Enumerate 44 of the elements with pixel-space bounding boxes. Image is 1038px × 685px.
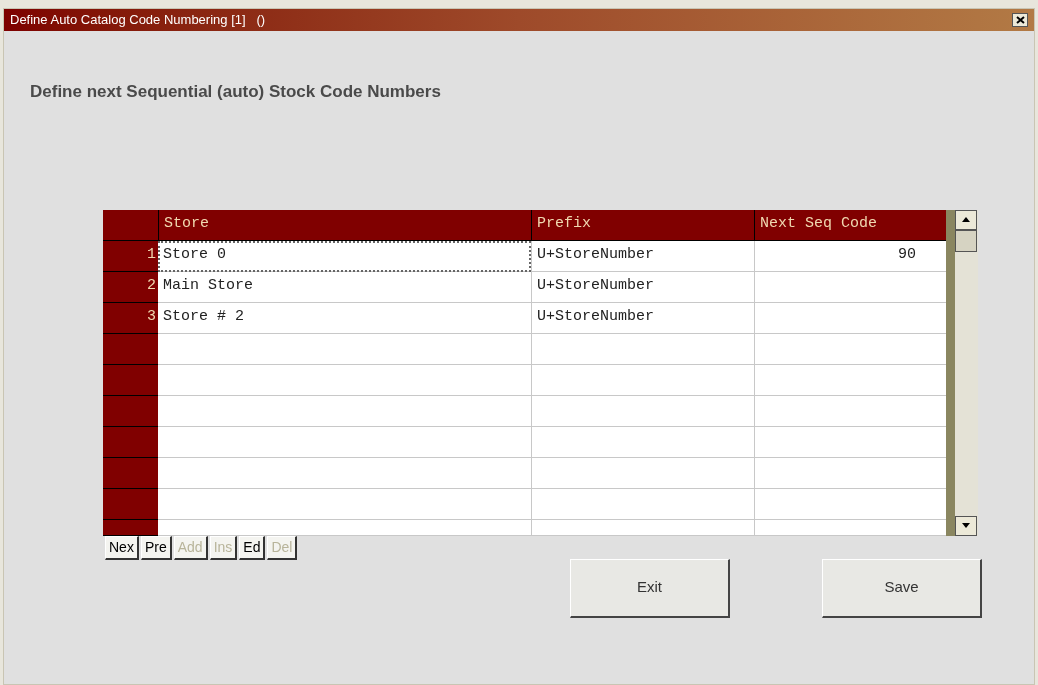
table-cell[interactable] <box>754 302 946 334</box>
table-cell[interactable] <box>158 426 531 458</box>
dialog-button[interactable]: Save <box>822 558 982 618</box>
nav-button[interactable]: Ed <box>239 535 266 560</box>
scrollbar[interactable] <box>946 209 978 536</box>
up-arrow-icon <box>962 217 970 222</box>
nav-button[interactable]: Pre <box>140 535 172 560</box>
table-cell[interactable] <box>754 457 946 489</box>
table-cell[interactable]: U+StoreNumber <box>531 271 754 303</box>
table-cell[interactable] <box>531 333 754 365</box>
table-cell[interactable] <box>158 364 531 396</box>
close-button[interactable] <box>1012 13 1028 27</box>
table-cell[interactable] <box>531 395 754 427</box>
table-cell[interactable] <box>531 457 754 489</box>
table-cell[interactable]: 90 <box>754 240 946 272</box>
table-cell[interactable] <box>531 426 754 458</box>
table-cell[interactable] <box>754 395 946 427</box>
table-cell[interactable] <box>158 395 531 427</box>
nav-button[interactable]: Nex <box>105 535 139 560</box>
table-cell[interactable]: U+StoreNumber <box>531 302 754 334</box>
scroll-thumb[interactable] <box>955 229 977 252</box>
down-arrow-icon <box>962 523 970 528</box>
table-cell[interactable]: Store # 2 <box>158 302 531 334</box>
close-icon <box>1015 16 1025 24</box>
table-cell[interactable] <box>158 457 531 489</box>
table-cell[interactable] <box>754 333 946 365</box>
table-cell[interactable]: U+StoreNumber <box>531 240 754 272</box>
table-cell[interactable] <box>754 488 946 520</box>
table-cell[interactable] <box>754 364 946 396</box>
column-header: Store <box>158 209 531 240</box>
column-header: Prefix <box>531 209 754 240</box>
dialog-button[interactable]: Exit <box>570 558 730 618</box>
table-cell[interactable] <box>754 271 946 303</box>
scroll-up-button[interactable] <box>955 209 977 230</box>
table-cell[interactable] <box>158 488 531 520</box>
table-cell[interactable] <box>158 333 531 365</box>
table-cell[interactable] <box>531 364 754 396</box>
table-cell[interactable]: Store 0 <box>158 240 531 272</box>
table-cell[interactable]: Main Store <box>158 271 531 303</box>
window-title: Define Auto Catalog Code Numbering [1] () <box>10 11 266 30</box>
table-cell[interactable] <box>754 426 946 458</box>
table-cell[interactable] <box>531 488 754 520</box>
scroll-down-button[interactable] <box>955 515 977 536</box>
heading: Define next Sequential (auto) Stock Code Numbers <box>30 81 442 103</box>
